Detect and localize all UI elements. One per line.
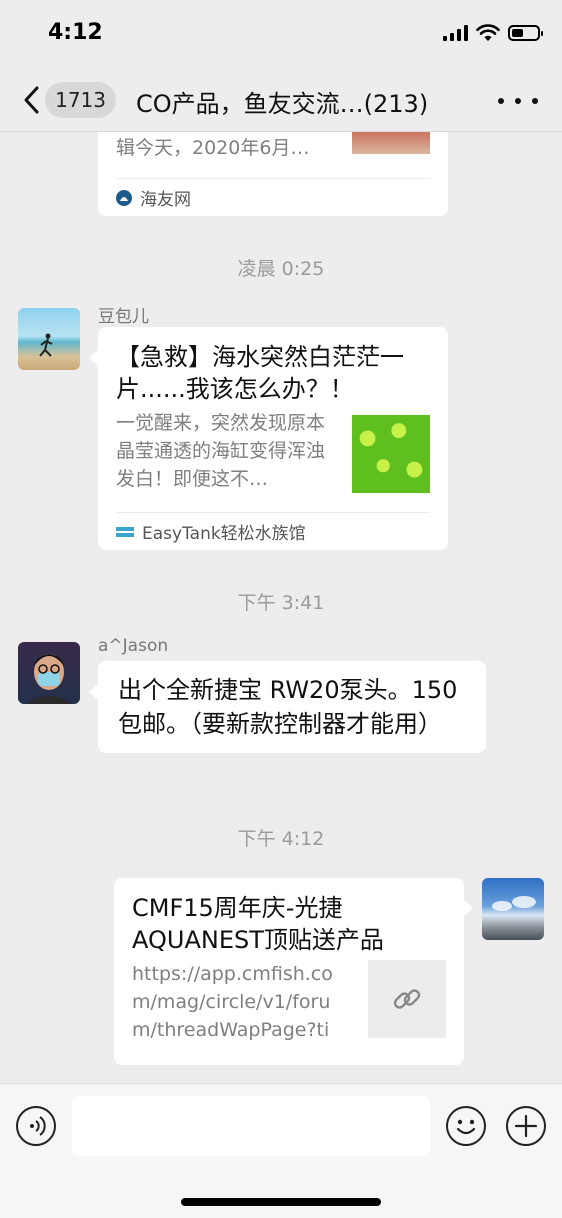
emoji-icon <box>456 1119 476 1135</box>
card-thumbnail <box>352 415 430 493</box>
timestamp: 凌晨 0:25 <box>237 258 325 280</box>
battery-icon <box>508 25 543 41</box>
card-source-name: EasyTank轻松水族馆 <box>142 524 306 544</box>
card-description: 一觉醒来，突然发现原本晶莹通透的海缸变得浑浊发白！即便这不… <box>116 412 326 490</box>
more-button[interactable] <box>498 86 538 116</box>
link-card-previous[interactable]: 辑今天，2020年6月… 海友网 <box>98 132 448 216</box>
avatar[interactable] <box>482 878 544 940</box>
message-list[interactable]: 辑今天，2020年6月… 海友网 凌晨 0:25 豆包儿 【急救】海水突然白茫茫… <box>0 132 562 1083</box>
plus-icon <box>514 1114 538 1138</box>
status-bar: 4:12 <box>0 0 562 70</box>
card-source: EasyTank轻松水族馆 <box>116 512 430 550</box>
message-input[interactable] <box>72 1096 430 1156</box>
emoji-button[interactable] <box>446 1106 486 1146</box>
status-icons <box>443 24 543 42</box>
chevron-left-icon <box>16 80 45 120</box>
avatar[interactable] <box>18 308 80 370</box>
source-logo-icon <box>116 189 132 206</box>
source-logo-icon <box>116 526 134 537</box>
timestamp: 下午 3:41 <box>237 592 325 614</box>
link-card[interactable]: CMF15周年庆-光捷AQUANEST顶贴送产品 https://app.cmf… <box>114 878 464 1065</box>
text-message[interactable]: 出个全新捷宝 RW20泵头。150包邮。（要新款控制器才能用） <box>98 661 486 753</box>
card-description: https://app.cmfish.com/mag/circle/v1/for… <box>132 963 333 1041</box>
more-icon <box>498 98 504 104</box>
more-functions-button[interactable] <box>506 1106 546 1146</box>
voice-icon <box>30 1116 46 1136</box>
link-card[interactable]: 【急救】海水突然白茫茫一片......我该怎么办？！ 一觉醒来，突然发现原本晶莹… <box>98 327 448 550</box>
cellular-signal-icon <box>443 25 468 41</box>
card-source: 海友网 <box>116 178 430 216</box>
unread-count-badge: 1713 <box>45 82 116 118</box>
home-indicator <box>181 1198 381 1206</box>
card-source-name: 海友网 <box>140 190 191 210</box>
card-title: 【急救】海水突然白茫茫一片......我该怎么办？！ <box>116 343 404 403</box>
timestamp: 下午 4:12 <box>237 828 325 850</box>
back-button[interactable]: 1713 <box>16 80 116 120</box>
card-title: CMF15周年庆-光捷AQUANEST顶贴送产品 <box>132 894 384 954</box>
link-icon <box>393 989 421 1009</box>
avatar[interactable] <box>18 642 80 704</box>
voice-button[interactable] <box>16 1106 56 1146</box>
card-thumbnail <box>352 132 430 154</box>
card-link-thumbnail <box>368 960 446 1038</box>
sender-name: a^Jason <box>98 636 169 656</box>
chat-title: CO产品，鱼友交流…(213) <box>136 90 429 118</box>
wifi-icon <box>476 24 500 41</box>
card-description: 辑今天，2020年6月… <box>116 137 310 159</box>
chat-header: 1713 CO产品，鱼友交流…(213) <box>0 70 562 132</box>
status-time: 4:12 <box>48 20 103 45</box>
sender-name: 豆包儿 <box>98 307 149 327</box>
input-bar <box>0 1083 562 1218</box>
